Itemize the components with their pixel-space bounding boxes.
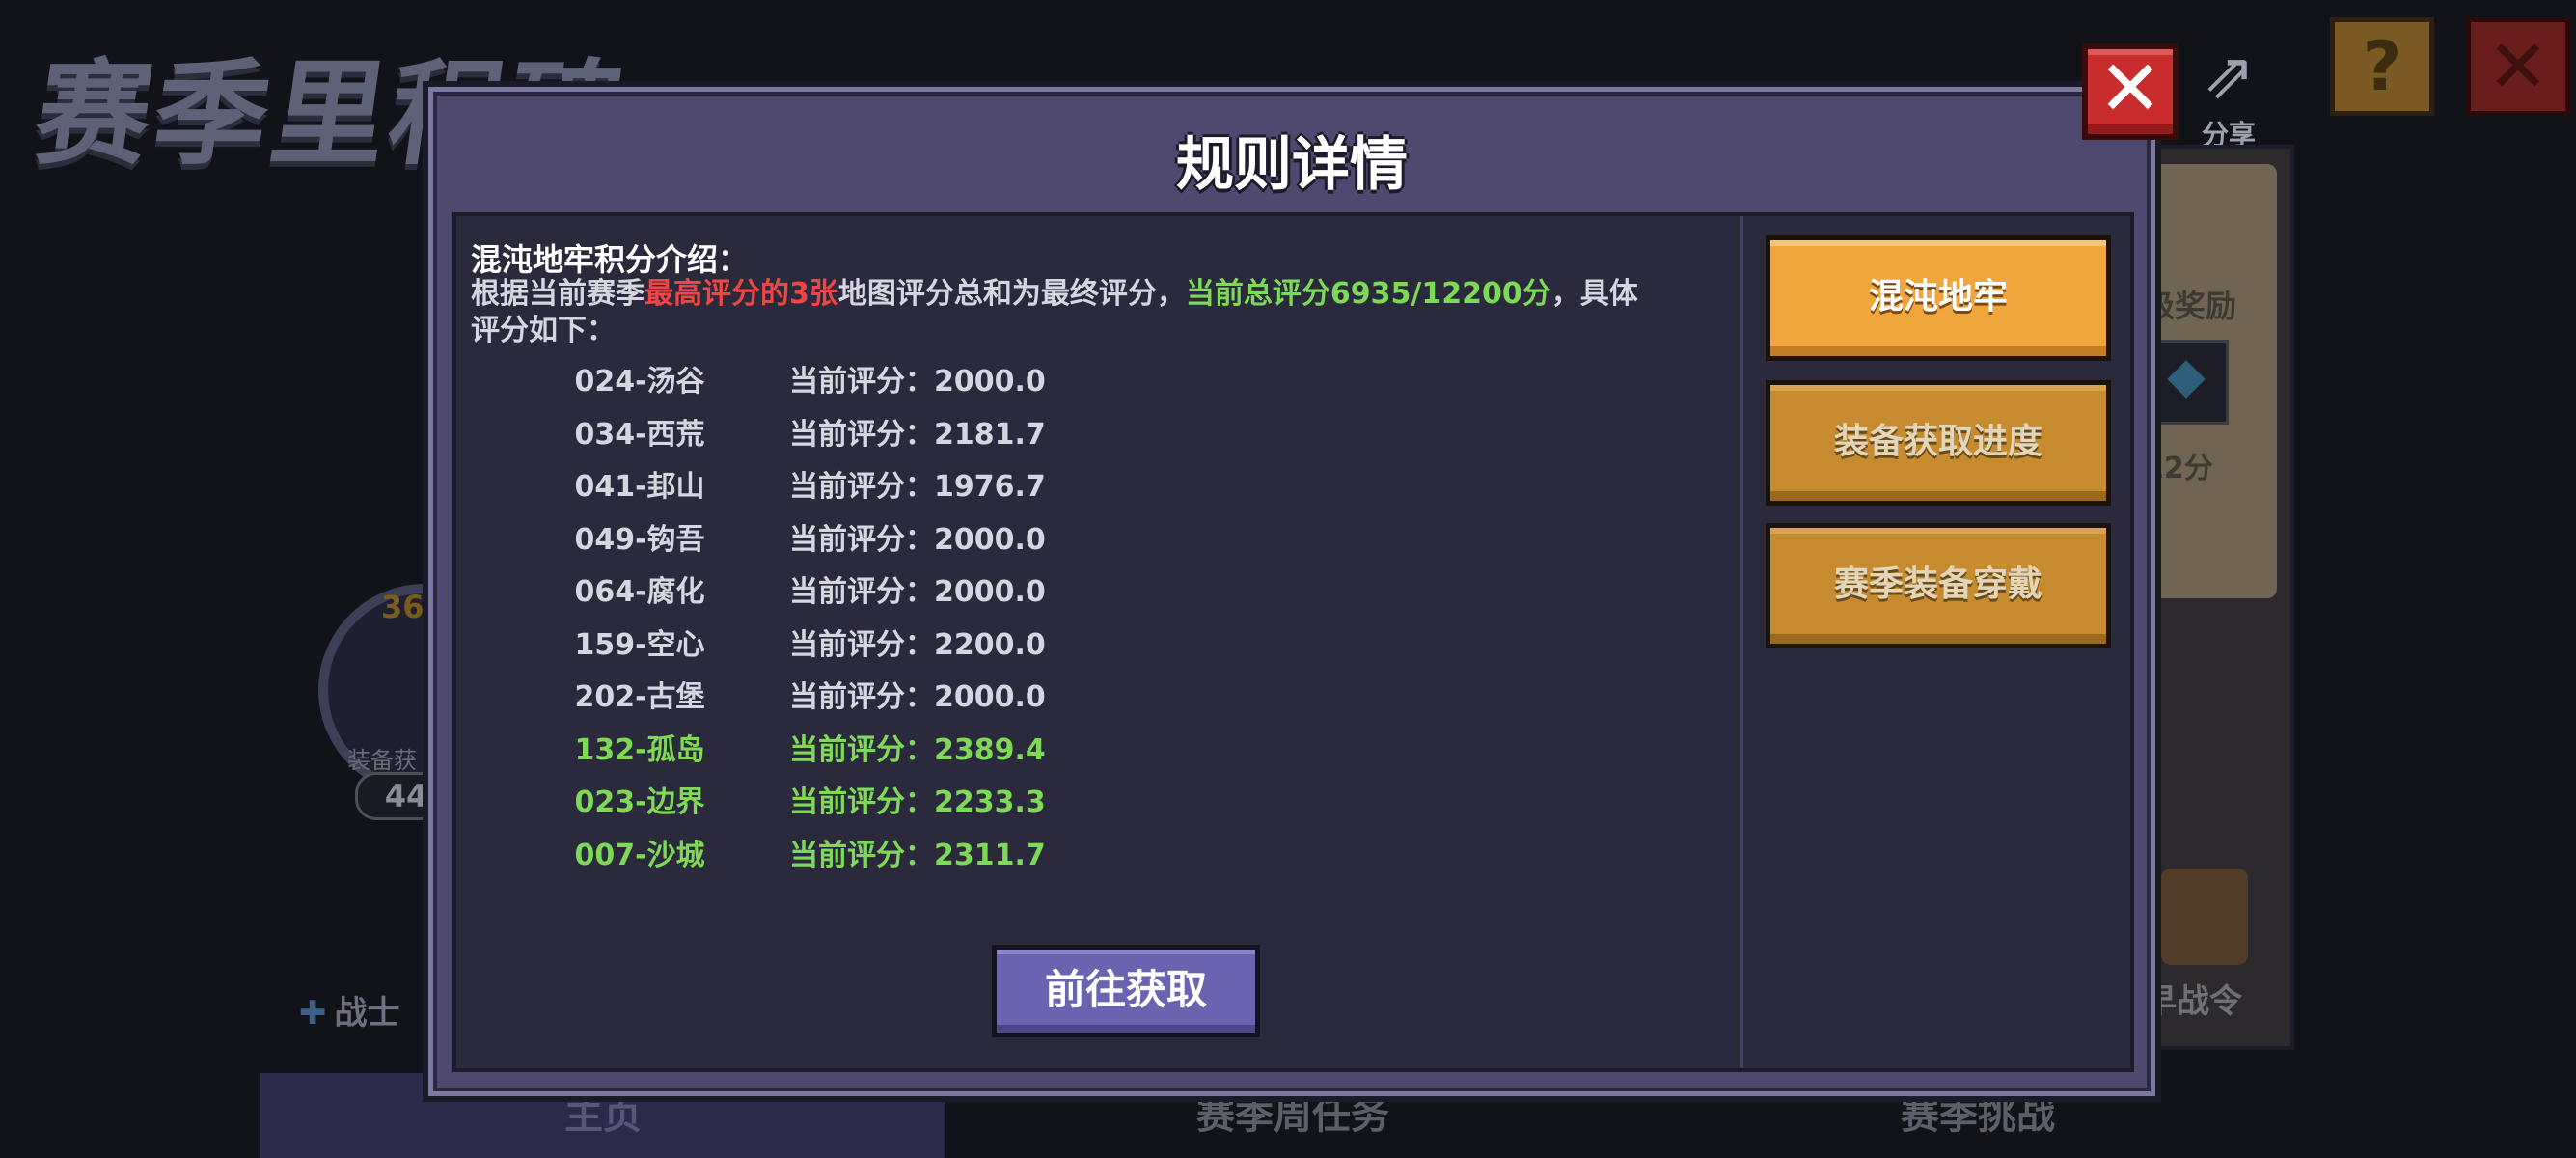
score-row: 024-汤谷 当前评分：2000.0 [562, 349, 1141, 402]
score-row: 023-边界 当前评分：2233.3 [562, 770, 1141, 823]
battle-pass-knight-image [2161, 868, 2248, 965]
map-score: 当前评分：1976.7 [789, 470, 1046, 504]
equipment-label: 装备获 [347, 747, 417, 774]
level-number: 36 [381, 589, 425, 625]
map-score: 当前评分：2233.3 [789, 786, 1046, 819]
content-divider [1740, 216, 1743, 1068]
score-row: 064-腐化 当前评分：2000.0 [562, 560, 1141, 613]
map-name: 024-汤谷 [574, 365, 705, 399]
tab-season-equipment[interactable]: 赛季装备穿戴 [1766, 523, 2111, 648]
plus-icon: ✚ [299, 994, 327, 1033]
dialog-content: 混沌地牢积分介绍： 根据当前赛季最高评分的3张地图评分总和为最终评分，当前总评分… [452, 212, 2134, 1072]
map-name: 049-钩吾 [574, 522, 705, 557]
map-score: 当前评分：2000.0 [789, 522, 1046, 557]
intro-part1: 根据当前赛季 [471, 277, 644, 311]
intro-total-score: 当前总评分6935/12200分 [1185, 277, 1551, 311]
intro-highlight: 最高评分的3张 [644, 277, 838, 311]
score-row: 132-孤岛 当前评分：2389.4 [562, 718, 1141, 771]
map-name: 132-孤岛 [574, 732, 705, 767]
map-name: 202-古堡 [574, 680, 705, 714]
map-score: 当前评分：2000.0 [789, 365, 1046, 399]
intro-heading: 混沌地牢积分介绍： [471, 241, 750, 278]
intro-part2: 地图评分总和为最终评分， [837, 277, 1186, 311]
dialog-title: 规则详情 [1176, 131, 1408, 199]
map-score: 当前评分：2000.0 [789, 680, 1046, 714]
bg-close-button[interactable]: ✕ [2466, 17, 2570, 116]
map-name: 041-邽山 [574, 470, 705, 504]
map-name: 064-腐化 [574, 575, 705, 609]
map-name: 023-边界 [574, 786, 705, 819]
share-icon: ⇗ [2202, 39, 2256, 113]
share-button[interactable]: ⇗ 分享 [2176, 39, 2282, 151]
tab-chaos-dungeon[interactable]: 混沌地牢 [1766, 235, 2111, 361]
warrior-selector[interactable]: ✚ 战士 [299, 986, 400, 1034]
warrior-label: 战士 [334, 994, 400, 1033]
score-row: 041-邽山 当前评分：1976.7 [562, 455, 1141, 508]
map-name: 007-沙城 [574, 838, 705, 872]
map-score-list: 024-汤谷 当前评分：2000.0 034-西荒 当前评分：2181.7 041-邽山… [562, 349, 1141, 875]
close-icon: ✕ [2097, 43, 2163, 133]
score-row: 007-沙城 当前评分：2311.7 [562, 823, 1141, 876]
close-button[interactable]: ✕ [2082, 43, 2179, 140]
map-score: 当前评分：2000.0 [789, 575, 1046, 609]
rules-detail-dialog: 规则详情 混沌地牢积分介绍： 根据当前赛季最高评分的3张地图评分总和为最终评分，… [423, 81, 2161, 1102]
gem-icon [2167, 360, 2206, 399]
score-row: 202-古堡 当前评分：2000.0 [562, 665, 1141, 718]
score-row: 034-西荒 当前评分：2181.7 [562, 402, 1141, 455]
map-score: 当前评分：2181.7 [789, 417, 1046, 452]
help-button[interactable]: ? [2330, 17, 2434, 116]
intro-text: 根据当前赛季最高评分的3张地图评分总和为最终评分，当前总评分6935/12200… [471, 276, 1658, 349]
map-score: 当前评分：2200.0 [789, 627, 1046, 662]
score-row: 049-钩吾 当前评分：2000.0 [562, 508, 1141, 561]
goto-obtain-button[interactable]: 前往获取 [992, 945, 1260, 1037]
map-name: 159-空心 [574, 627, 705, 662]
map-score: 当前评分：2389.4 [789, 732, 1046, 767]
score-row: 159-空心 当前评分：2200.0 [562, 613, 1141, 666]
map-name: 034-西荒 [574, 417, 705, 452]
tab-equipment-progress[interactable]: 装备获取进度 [1766, 380, 2111, 506]
map-score: 当前评分：2311.7 [789, 838, 1046, 872]
